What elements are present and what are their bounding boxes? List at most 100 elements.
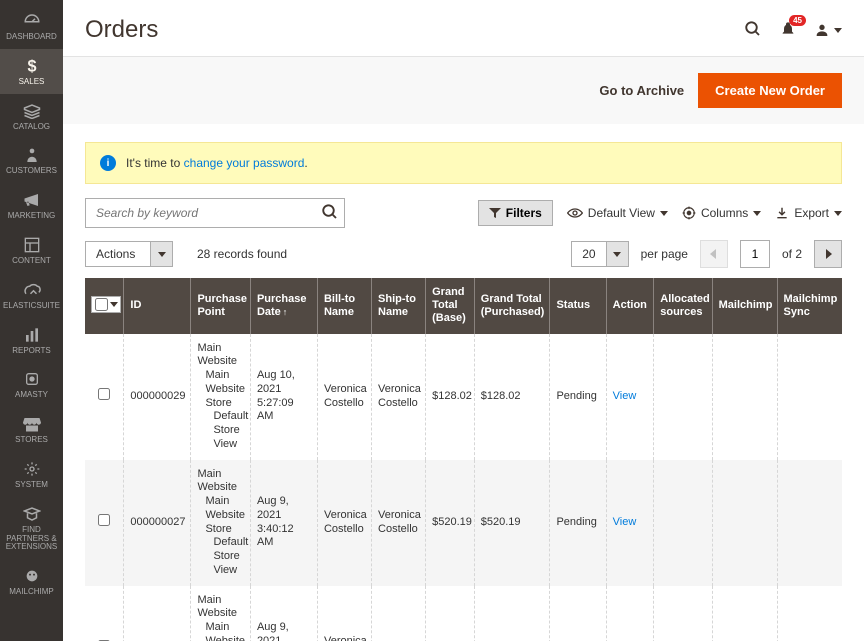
col-bill-to[interactable]: Bill-to Name bbox=[317, 278, 371, 334]
row-checkbox[interactable] bbox=[98, 514, 110, 526]
sidebar-item-reports[interactable]: REPORTS bbox=[0, 318, 63, 363]
cell-status: Pending bbox=[550, 334, 606, 460]
sidebar-item-dashboard[interactable]: DASHBOARD bbox=[0, 4, 63, 49]
sidebar-item-label: MAILCHIMP bbox=[9, 588, 53, 597]
cell-action: View bbox=[606, 334, 654, 460]
cell-grand-purchased: $520.19 bbox=[474, 460, 550, 586]
cell-status: Pending bbox=[550, 460, 606, 586]
grid-toolbar-bottom: Actions 28 records found 20 per page of … bbox=[63, 240, 864, 278]
sidebar-item-amasty[interactable]: AMASTY bbox=[0, 362, 63, 407]
sidebar-item-label: CONTENT bbox=[12, 257, 51, 266]
col-grand-purchased[interactable]: Grand Total (Purchased) bbox=[474, 278, 550, 334]
sidebar-item-mailchimp[interactable]: MAILCHIMP bbox=[0, 559, 63, 604]
cell-bill-to: Veronica Costello bbox=[317, 460, 371, 586]
sidebar-item-sales[interactable]: $SALES bbox=[0, 49, 63, 94]
sidebar-item-system[interactable]: SYSTEM bbox=[0, 452, 63, 497]
search-input[interactable] bbox=[85, 198, 345, 228]
filters-button[interactable]: Filters bbox=[478, 200, 553, 226]
page-size-value: 20 bbox=[571, 241, 606, 267]
row-checkbox-cell bbox=[85, 334, 124, 460]
search-button[interactable] bbox=[321, 203, 339, 224]
main-content: Orders 45 Go to Archive Create New Order bbox=[63, 0, 864, 641]
sidebar-item-label: CATALOG bbox=[13, 123, 50, 132]
sidebar-item-content[interactable]: CONTENT bbox=[0, 228, 63, 273]
row-checkbox-cell bbox=[85, 460, 124, 586]
table-row[interactable]: 000000029Main WebsiteMain Website StoreD… bbox=[85, 334, 842, 460]
col-select-all[interactable] bbox=[85, 278, 124, 334]
view-link[interactable]: View bbox=[613, 390, 637, 402]
cell-bill-to: Veronica Costello bbox=[317, 334, 371, 460]
export-button[interactable]: Export bbox=[775, 206, 842, 220]
col-grand-base[interactable]: Grand Total (Base) bbox=[426, 278, 475, 334]
columns-button[interactable]: Columns bbox=[682, 206, 761, 220]
cell-mailchimp bbox=[712, 460, 777, 586]
page-size-toggle[interactable] bbox=[607, 241, 629, 267]
notifications-icon[interactable]: 45 bbox=[780, 21, 796, 40]
records-found: 28 records found bbox=[197, 247, 287, 261]
table-row[interactable]: 000000027Main WebsiteMain Website StoreD… bbox=[85, 460, 842, 586]
page-title: Orders bbox=[85, 16, 158, 44]
sidebar-item-label: FIND PARTNERS & EXTENSIONS bbox=[0, 526, 63, 552]
sidebar-item-partners-icon bbox=[23, 505, 41, 523]
cell-bill-to: Veronica Costello bbox=[317, 586, 371, 641]
sidebar-item-stores[interactable]: STORES bbox=[0, 407, 63, 452]
orders-grid: ID Purchase Point Purchase Date↑ Bill-to… bbox=[63, 278, 864, 641]
col-action[interactable]: Action bbox=[606, 278, 654, 334]
sidebar-item-content-icon bbox=[24, 236, 40, 254]
sidebar-item-elasticsuite-icon bbox=[23, 281, 41, 299]
col-allocated[interactable]: Allocated sources bbox=[654, 278, 712, 334]
go-to-archive-button[interactable]: Go to Archive bbox=[599, 73, 684, 108]
cell-date: Aug 9, 2021 3:40:12 AM bbox=[250, 460, 317, 586]
create-new-order-button[interactable]: Create New Order bbox=[698, 73, 842, 108]
cell-ship-to bbox=[372, 586, 426, 641]
cell-ship-to: Veronica Costello bbox=[372, 460, 426, 586]
user-menu[interactable] bbox=[814, 22, 842, 38]
select-all-checkbox[interactable] bbox=[95, 298, 108, 311]
sidebar-item-stores-icon bbox=[23, 415, 41, 433]
col-ship-to[interactable]: Ship-to Name bbox=[372, 278, 426, 334]
sidebar-item-catalog-icon bbox=[23, 102, 41, 120]
sidebar-item-elasticsuite[interactable]: ELASTICSUITE bbox=[0, 273, 63, 318]
notice-text: It's time to change your password. bbox=[126, 156, 308, 170]
col-status[interactable]: Status bbox=[550, 278, 606, 334]
row-checkbox-cell bbox=[85, 586, 124, 641]
table-row[interactable]: 000000028Main WebsiteMain Website StoreD… bbox=[85, 586, 842, 641]
sidebar-item-label: MARKETING bbox=[8, 212, 56, 221]
cell-mailchimp-sync bbox=[777, 460, 842, 586]
cell-id: 000000029 bbox=[124, 334, 191, 460]
col-purchase-date[interactable]: Purchase Date↑ bbox=[250, 278, 317, 334]
cell-grand-purchased: $0.00 bbox=[474, 586, 550, 641]
sidebar-item-label: SALES bbox=[19, 78, 45, 87]
chevron-down-icon bbox=[753, 211, 761, 216]
per-page-label: per page bbox=[641, 247, 688, 261]
change-password-link[interactable]: change your password bbox=[184, 156, 305, 170]
sidebar-item-dashboard-icon bbox=[23, 12, 41, 30]
cell-id: 000000028 bbox=[124, 586, 191, 641]
cell-action: View bbox=[606, 460, 654, 586]
col-mailchimp[interactable]: Mailchimp bbox=[712, 278, 777, 334]
actions-dropdown[interactable]: Actions bbox=[85, 241, 173, 267]
filters-label: Filters bbox=[506, 206, 542, 220]
sidebar-item-catalog[interactable]: CATALOG bbox=[0, 94, 63, 139]
prev-page-button[interactable] bbox=[700, 240, 728, 268]
page-size-select[interactable]: 20 bbox=[571, 241, 628, 267]
sidebar-item-marketing[interactable]: MARKETING bbox=[0, 183, 63, 228]
chevron-down-icon bbox=[660, 211, 668, 216]
col-mailchimp-sync[interactable]: Mailchimp Sync bbox=[777, 278, 842, 334]
page-input[interactable] bbox=[740, 240, 770, 268]
col-purchase-point[interactable]: Purchase Point bbox=[191, 278, 250, 334]
search-icon[interactable] bbox=[744, 20, 762, 41]
sidebar-item-partners[interactable]: FIND PARTNERS & EXTENSIONS bbox=[0, 497, 63, 559]
next-page-button[interactable] bbox=[814, 240, 842, 268]
view-link[interactable]: View bbox=[613, 516, 637, 528]
sidebar-item-marketing-icon bbox=[23, 191, 41, 209]
page-of-label: of 2 bbox=[782, 247, 802, 261]
page-header: Orders 45 bbox=[63, 0, 864, 56]
sidebar-item-mailchimp-icon bbox=[24, 567, 40, 585]
default-view-button[interactable]: Default View bbox=[567, 206, 668, 220]
actions-toggle[interactable] bbox=[151, 241, 173, 267]
sidebar-item-customers[interactable]: CUSTOMERS bbox=[0, 138, 63, 183]
cell-allocated bbox=[654, 334, 712, 460]
col-id[interactable]: ID bbox=[124, 278, 191, 334]
row-checkbox[interactable] bbox=[98, 388, 110, 400]
